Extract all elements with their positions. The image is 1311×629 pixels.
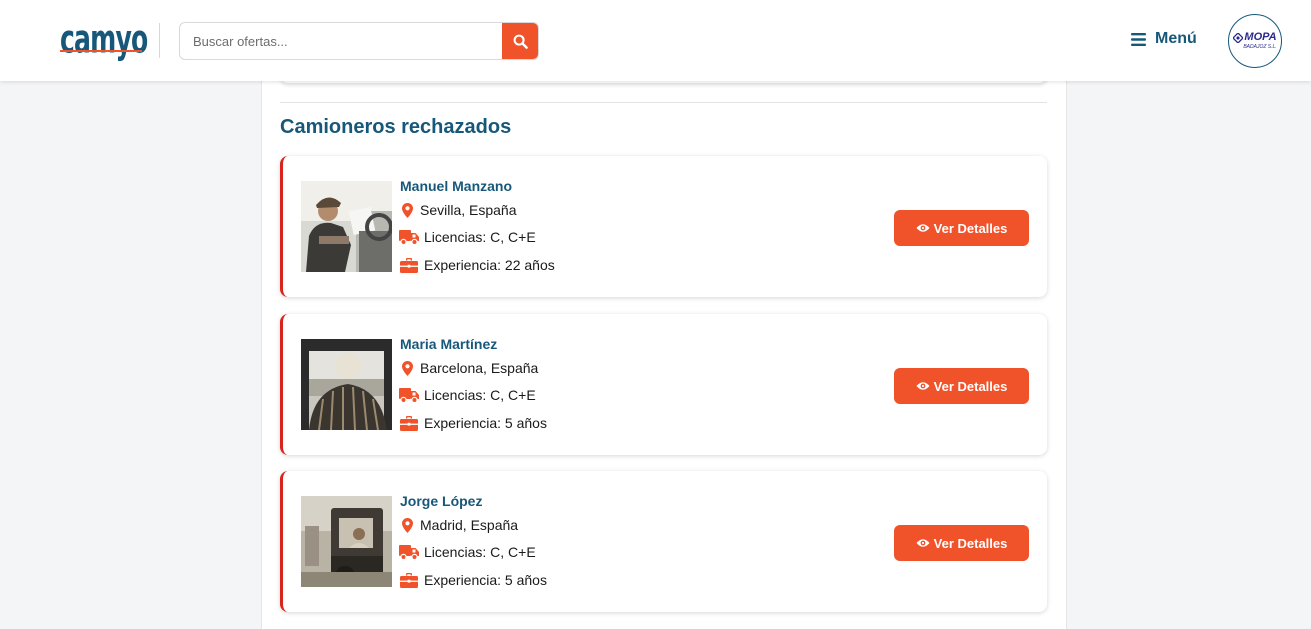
logo-text: camyo	[60, 17, 148, 63]
driver-card: Jorge López Madrid, España Licencias: C,…	[280, 471, 1047, 612]
logo-underline	[60, 50, 142, 52]
view-details-button[interactable]: Ver Detalles	[894, 368, 1029, 404]
driver-licenses: Licencias: C, C+E	[399, 544, 536, 560]
experience-text: Experiencia: 5 años	[424, 572, 547, 588]
company-name: MOPA	[1244, 31, 1277, 43]
header-divider	[159, 23, 160, 58]
experience-text: Experiencia: 22 años	[424, 257, 555, 273]
driver-photo	[301, 339, 392, 430]
top-header: camyo Menú MOPA BADAJOZ S.L.	[0, 0, 1311, 81]
eye-icon	[916, 539, 930, 547]
briefcase-icon	[400, 572, 418, 588]
truck-icon	[399, 544, 419, 560]
experience-text: Experiencia: 5 años	[424, 415, 547, 431]
licenses-text: Licencias: C, C+E	[424, 229, 536, 245]
location-pin-icon	[401, 202, 413, 218]
menu-button[interactable]: Menú	[1131, 30, 1197, 48]
location-text: Madrid, España	[420, 517, 519, 533]
driver-photo	[301, 496, 392, 587]
hamburger-menu-icon	[1131, 32, 1146, 46]
driver-photo	[301, 181, 392, 272]
licenses-text: Licencias: C, C+E	[424, 544, 536, 560]
view-details-label: Ver Detalles	[933, 535, 1008, 551]
view-details-button[interactable]: Ver Detalles	[894, 525, 1029, 561]
camyo-logo[interactable]: camyo	[60, 14, 148, 66]
search-icon	[513, 34, 528, 49]
eye-icon	[916, 382, 930, 390]
eye-icon	[916, 224, 930, 232]
company-subtitle: BADAJOZ S.L.	[1243, 44, 1277, 50]
driver-location: Barcelona, España	[399, 360, 538, 376]
company-logo: MOPA	[1233, 31, 1277, 43]
truck-icon	[399, 229, 419, 245]
driver-name[interactable]: Maria Martínez	[400, 336, 497, 352]
driver-licenses: Licencias: C, C+E	[399, 229, 536, 245]
search-input[interactable]	[180, 23, 503, 59]
driver-location: Madrid, España	[399, 517, 518, 533]
briefcase-icon	[400, 257, 418, 273]
driver-experience: Experiencia: 5 años	[399, 572, 547, 588]
view-details-button[interactable]: Ver Detalles	[894, 210, 1029, 246]
licenses-text: Licencias: C, C+E	[424, 387, 536, 403]
location-text: Sevilla, España	[420, 202, 517, 218]
driver-experience: Experiencia: 22 años	[399, 257, 555, 273]
driver-experience: Experiencia: 5 años	[399, 415, 547, 431]
search-button[interactable]	[502, 23, 538, 59]
menu-label: Menú	[1155, 30, 1197, 47]
driver-card: Manuel Manzano Sevilla, España Licencias…	[280, 156, 1047, 297]
view-details-label: Ver Detalles	[933, 378, 1008, 394]
search-bar	[179, 22, 539, 60]
driver-name[interactable]: Manuel Manzano	[400, 178, 512, 194]
driver-card: Maria Martínez Barcelona, España Licenci…	[280, 314, 1047, 455]
location-pin-icon	[401, 360, 413, 376]
company-avatar[interactable]: MOPA BADAJOZ S.L.	[1228, 14, 1282, 68]
company-emblem-icon	[1233, 32, 1244, 43]
view-details-label: Ver Detalles	[933, 220, 1008, 236]
truck-icon	[399, 387, 419, 403]
section-title: Camioneros rechazados	[280, 116, 512, 138]
location-text: Barcelona, España	[420, 360, 539, 376]
driver-licenses: Licencias: C, C+E	[399, 387, 536, 403]
driver-name[interactable]: Jorge López	[400, 493, 482, 509]
driver-location: Sevilla, España	[399, 202, 517, 218]
section-divider	[280, 102, 1047, 103]
briefcase-icon	[400, 415, 418, 431]
location-pin-icon	[401, 517, 413, 533]
